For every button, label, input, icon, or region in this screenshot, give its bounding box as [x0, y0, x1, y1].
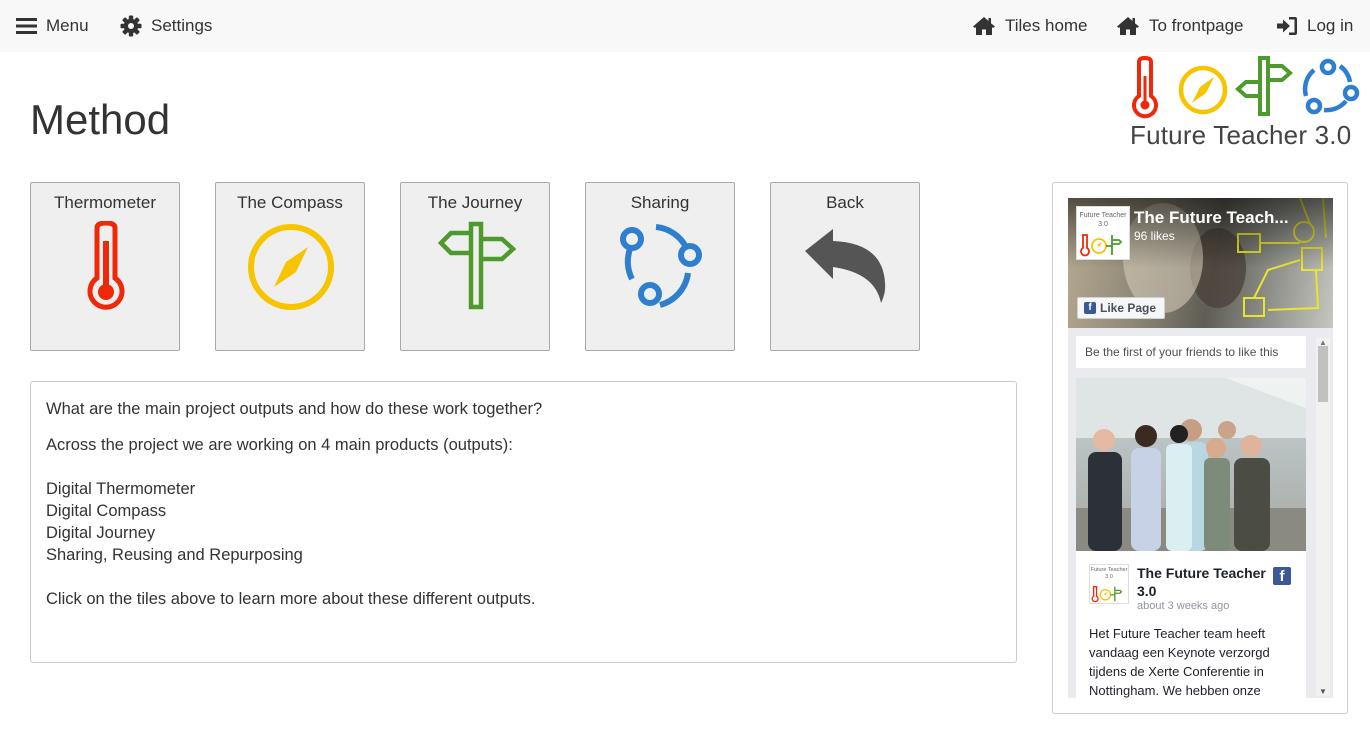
content-panel: What are the main project outputs and ho… [30, 381, 1017, 663]
post-photo[interactable] [1076, 378, 1306, 551]
tile-compass[interactable]: The Compass [215, 182, 365, 351]
content-outro: Click on the tiles above to learn more a… [46, 590, 536, 608]
tile-sharing[interactable]: Sharing [585, 182, 735, 351]
like-page-button[interactable]: f Like Page [1077, 297, 1165, 319]
post-author[interactable]: The Future Teacher 3.0 [1137, 564, 1277, 600]
tile-label: Back [826, 193, 864, 212]
gear-icon [120, 15, 142, 37]
content-question: What are the main project outputs and ho… [46, 400, 543, 418]
content-intro: Across the project we are working on 4 m… [46, 436, 513, 454]
compass-icon [248, 224, 334, 310]
facebook-panel: Future Teacher 3.0 The Future Teach... 9… [1052, 182, 1348, 714]
output-item: Digital Thermometer [46, 480, 196, 498]
future-teacher-logo: Future Teacher 3.0 [1128, 55, 1360, 156]
thumbnail-text: Future Teacher 3.0 [1079, 212, 1127, 228]
feed-scrollbar[interactable]: ▲ ▼ [1316, 338, 1330, 696]
scroll-down-icon[interactable]: ▼ [1319, 687, 1327, 696]
tile-label: Sharing [630, 193, 690, 212]
tiles-home-link[interactable]: Tiles home [972, 0, 1088, 52]
tile-journey[interactable]: The Journey [400, 182, 550, 351]
thermometer-icon [87, 221, 125, 310]
facebook-post: Future Teacher 3.0 The Future Teacher 3.… [1076, 378, 1306, 698]
home-icon [1117, 17, 1139, 35]
output-item: Digital Compass [46, 502, 167, 520]
tile-label: Thermometer [53, 193, 157, 212]
facebook-page-name[interactable]: The Future Teach... [1134, 208, 1289, 228]
group-photo [1076, 378, 1306, 551]
settings-label: Settings [151, 16, 213, 35]
post-text: Het Future Teacher team heeft vandaag ee… [1089, 626, 1270, 698]
hamburger-icon [16, 18, 37, 34]
facebook-f-icon: f [1084, 302, 1096, 314]
sign-in-icon [1277, 17, 1297, 35]
login-label: Log in [1307, 16, 1354, 35]
page-title: Method [30, 96, 171, 143]
facebook-cover-image[interactable]: Future Teacher 3.0 The Future Teach... 9… [1068, 198, 1333, 328]
page-thumbnail[interactable]: Future Teacher 3.0 [1076, 206, 1130, 260]
frontpage-link[interactable]: To frontpage [1116, 0, 1244, 52]
tiles-home-label: Tiles home [1005, 16, 1088, 35]
output-item: Digital Journey [46, 524, 156, 542]
like-page-label: Like Page [1100, 301, 1157, 315]
post-date[interactable]: about 3 weeks ago [1137, 600, 1229, 612]
menu-label: Menu [46, 16, 89, 35]
friends-like-notice: Be the first of your friends to like thi… [1076, 336, 1306, 368]
tile-back[interactable]: Back [770, 182, 920, 351]
frontpage-label: To frontpage [1149, 16, 1244, 35]
top-navbar: Menu Settings Tiles home To frontpage Lo… [0, 0, 1370, 52]
tile-label: The Compass [237, 193, 343, 212]
scrollbar-thumb[interactable] [1318, 346, 1328, 402]
home-icon [973, 17, 995, 35]
login-link[interactable]: Log in [1276, 0, 1353, 52]
tile-thermometer[interactable]: Thermometer [30, 182, 180, 351]
post-author-thumbnail[interactable]: Future Teacher 3.0 [1089, 564, 1129, 604]
facebook-logo-icon[interactable]: f [1273, 567, 1291, 585]
sharing-icon [620, 224, 702, 308]
settings-button[interactable]: Settings [120, 0, 212, 52]
tile-label: The Journey [427, 193, 523, 212]
facebook-feed: Be the first of your friends to like thi… [1068, 328, 1333, 698]
logo-text: Future Teacher 3.0 [1130, 120, 1352, 150]
menu-button[interactable]: Menu [16, 0, 89, 52]
logo-icons [1132, 55, 1360, 119]
mini-logo-icons [1091, 586, 1123, 603]
signpost-icon [437, 221, 517, 310]
mini-logo-icons [1080, 234, 1123, 257]
output-item: Sharing, Reusing and Repurposing [46, 546, 303, 564]
facebook-likes: 96 likes [1134, 229, 1175, 243]
back-arrow-icon [805, 229, 886, 303]
facebook-page-plugin: Future Teacher 3.0 The Future Teach... 9… [1068, 198, 1333, 698]
thumbnail-text: Future Teacher 3.0 [1090, 567, 1128, 580]
